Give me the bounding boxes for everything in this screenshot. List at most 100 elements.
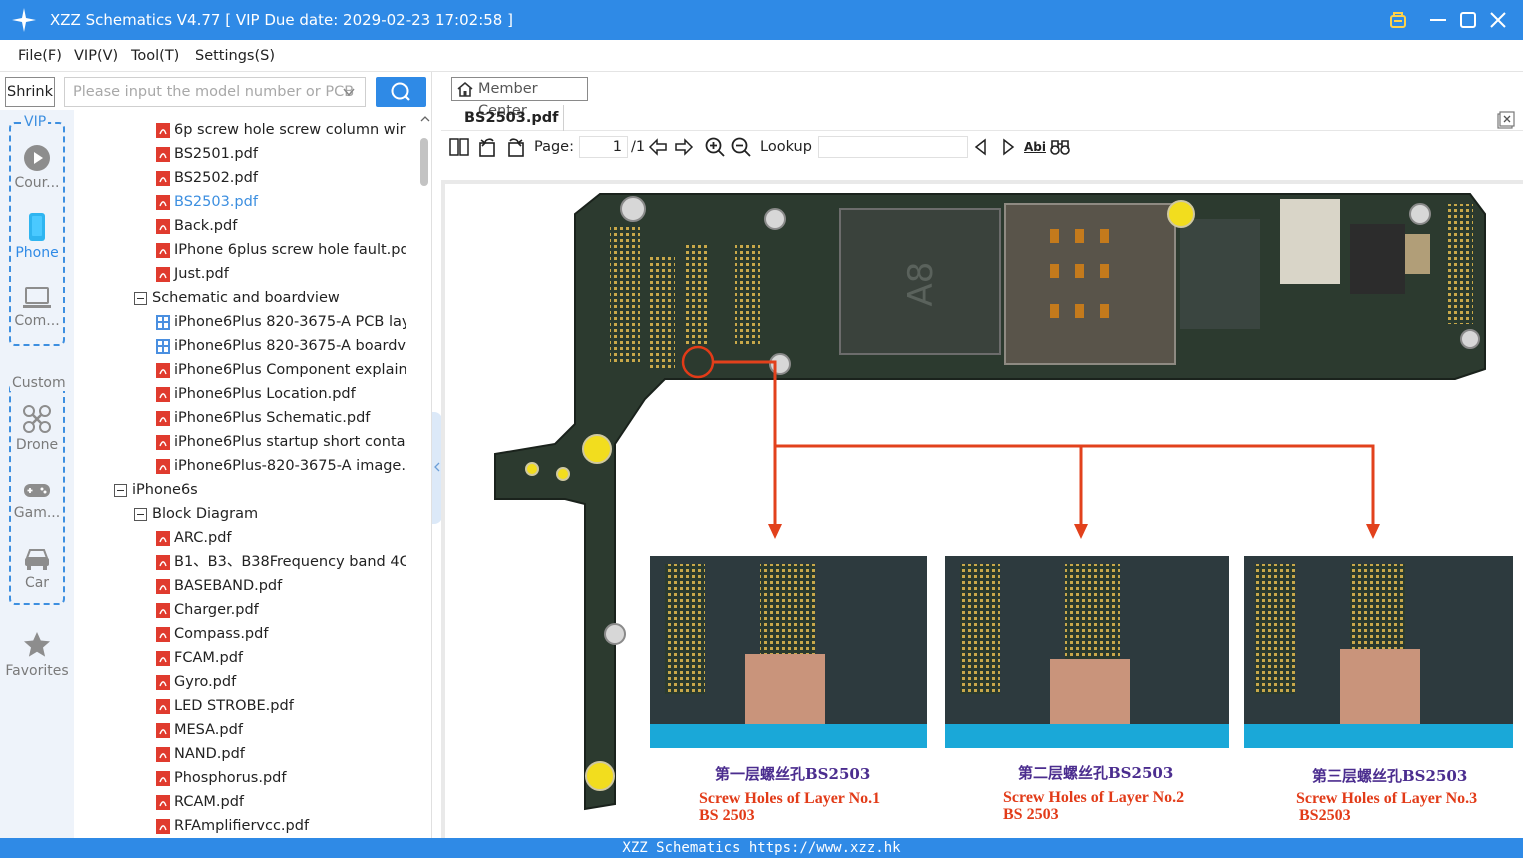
tree-file[interactable]: BS2503.pdf	[156, 190, 406, 214]
tree-file[interactable]: ARC.pdf	[156, 526, 406, 550]
tree-file[interactable]: 6p screw hole screw column wiring	[156, 118, 406, 142]
collapse-toggle-icon[interactable]	[134, 508, 147, 521]
zoom-out-icon[interactable]	[730, 136, 752, 158]
tree-item-label: Gyro.pdf	[174, 674, 237, 690]
car-icon	[25, 549, 49, 570]
binoculars-icon[interactable]	[1049, 136, 1071, 158]
tree-item-label: Schematic and boardview	[152, 290, 340, 306]
tab-bs2503[interactable]: BS2503.pdf	[449, 105, 564, 131]
tree-scrollbar[interactable]	[419, 110, 431, 838]
panel-splitter[interactable]	[431, 72, 442, 838]
tree-item-label: iPhone6Plus-820-3675-A image.pc	[174, 458, 406, 474]
next-page-icon[interactable]	[673, 136, 695, 158]
lookup-input[interactable]	[818, 136, 968, 158]
two-page-view-icon[interactable]	[448, 136, 470, 158]
tree-item-label: RCAM.pdf	[174, 794, 245, 810]
page-number-input[interactable]: 1	[579, 136, 628, 158]
tree-folder[interactable]: Block Diagram	[134, 502, 406, 526]
vip-crown-icon[interactable]	[1386, 8, 1410, 32]
pdf-file-icon	[156, 243, 170, 258]
tree-file[interactable]: iPhone6Plus-820-3675-A image.pc	[156, 454, 406, 478]
menu-tool[interactable]: Tool(T)	[131, 48, 179, 64]
menu-file[interactable]: File(F)	[18, 48, 62, 64]
tree-file[interactable]: IPhone 6plus screw hole fault.pdf	[156, 238, 406, 262]
tree-file[interactable]: iPhone6Plus 820-3675-A PCB layer	[156, 310, 406, 334]
search-button[interactable]	[376, 77, 426, 107]
pdf-file-icon	[156, 795, 170, 810]
scroll-up-icon[interactable]	[420, 114, 430, 124]
maximize-icon[interactable]	[1456, 8, 1480, 32]
rail-item-course[interactable]: Cour...	[4, 144, 70, 191]
scroll-thumb[interactable]	[420, 138, 428, 186]
rail-item-label: Phone	[15, 245, 59, 261]
tree-item-label: Phosphorus.pdf	[174, 770, 287, 786]
page-total: /1	[631, 139, 646, 155]
rail-item-favorites[interactable]: Favorites	[4, 630, 70, 679]
tree-file[interactable]: LED STROBE.pdf	[156, 694, 406, 718]
member-center-button[interactable]: Member Center	[451, 77, 588, 119]
rail-item-car[interactable]: Car	[4, 546, 70, 591]
tree-file[interactable]: NAND.pdf	[156, 742, 406, 766]
tree-file[interactable]: iPhone6Plus Location.pdf	[156, 382, 406, 406]
tree-file[interactable]: FCAM.pdf	[156, 646, 406, 670]
rail-item-phone[interactable]: Phone	[4, 212, 70, 261]
drone-icon	[23, 405, 51, 433]
tree-file[interactable]: BS2501.pdf	[156, 142, 406, 166]
tree-folder[interactable]: iPhone6s	[114, 478, 406, 502]
tree-file[interactable]: Compass.pdf	[156, 622, 406, 646]
tree-file[interactable]: Just.pdf	[156, 262, 406, 286]
find-next-icon[interactable]	[997, 136, 1019, 158]
match-case-toggle[interactable]: Abi	[1024, 140, 1046, 154]
tree-folder[interactable]: Schematic and boardview	[134, 286, 406, 310]
tree-file[interactable]: Charger.pdf	[156, 598, 406, 622]
menu-vip[interactable]: VIP(V)	[74, 48, 118, 64]
search-icon	[391, 82, 410, 101]
pdf-file-icon	[156, 723, 170, 738]
tree-file[interactable]: MESA.pdf	[156, 718, 406, 742]
rail-item-game[interactable]: Gam...	[4, 480, 70, 521]
tree-file[interactable]: Back.pdf	[156, 214, 406, 238]
tree-item-label: RFAmplifiervcc.pdf	[174, 818, 310, 834]
rail-item-computer[interactable]: Com...	[4, 286, 70, 329]
tree-file[interactable]: iPhone6Plus startup short contact.	[156, 430, 406, 454]
tree-file[interactable]: RFAmplifiervcc.pdf	[156, 814, 406, 838]
rail-item-label: Car	[24, 575, 50, 591]
boardview-file-icon	[156, 315, 170, 330]
tree-item-label: B1、B3、B38Frequency band 4G.pc	[174, 554, 406, 570]
shrink-button[interactable]: Shrink	[5, 77, 55, 107]
collapse-toggle-icon[interactable]	[134, 292, 147, 305]
chevron-left-icon	[434, 462, 440, 472]
zoom-in-icon[interactable]	[704, 136, 726, 158]
minimize-icon[interactable]	[1426, 8, 1450, 32]
chevron-down-icon[interactable]	[343, 86, 355, 98]
rail-item-label: Favorites	[5, 663, 69, 679]
tree-file[interactable]: RCAM.pdf	[156, 790, 406, 814]
model-search-input[interactable]: Please input the model number or PCB	[64, 77, 366, 107]
close-tab-icon[interactable]	[1497, 111, 1515, 129]
tree-file[interactable]: iPhone6Plus Schematic.pdf	[156, 406, 406, 430]
tree-file[interactable]: BASEBAND.pdf	[156, 574, 406, 598]
close-icon[interactable]	[1486, 8, 1510, 32]
menu-settings[interactable]: Settings(S)	[195, 48, 275, 64]
caption-layer2-en: Screw Holes of Layer No.2	[1003, 789, 1185, 806]
tree-item-label: ARC.pdf	[174, 530, 232, 546]
tree-file[interactable]: Phosphorus.pdf	[156, 766, 406, 790]
tree-file[interactable]: iPhone6Plus 820-3675-A boardview	[156, 334, 406, 358]
tree-file[interactable]: iPhone6Plus Component explain.p	[156, 358, 406, 382]
pdf-viewer[interactable]: A8 第一层螺丝孔BS2503 Screw Holes of Layer No.…	[441, 180, 1523, 838]
tree-file[interactable]: B1、B3、B38Frequency band 4G.pc	[156, 550, 406, 574]
rail-item-drone[interactable]: Drone	[4, 404, 70, 453]
pdf-file-icon	[156, 147, 170, 162]
document-area: Member Center BS2503.pdf Page: 1 /1 Look…	[441, 72, 1523, 838]
tree-file[interactable]: Gyro.pdf	[156, 670, 406, 694]
pdf-file-icon	[156, 771, 170, 786]
page-label: Page:	[534, 139, 574, 155]
tree-item-label: iPhone6Plus 820-3675-A PCB layer	[174, 314, 406, 330]
prev-page-icon[interactable]	[647, 136, 669, 158]
collapse-toggle-icon[interactable]	[114, 484, 127, 497]
pdf-file-icon	[156, 555, 170, 570]
rotate-left-icon[interactable]	[477, 136, 499, 158]
rotate-right-icon[interactable]	[504, 136, 526, 158]
find-previous-icon[interactable]	[970, 136, 992, 158]
tree-file[interactable]: BS2502.pdf	[156, 166, 406, 190]
